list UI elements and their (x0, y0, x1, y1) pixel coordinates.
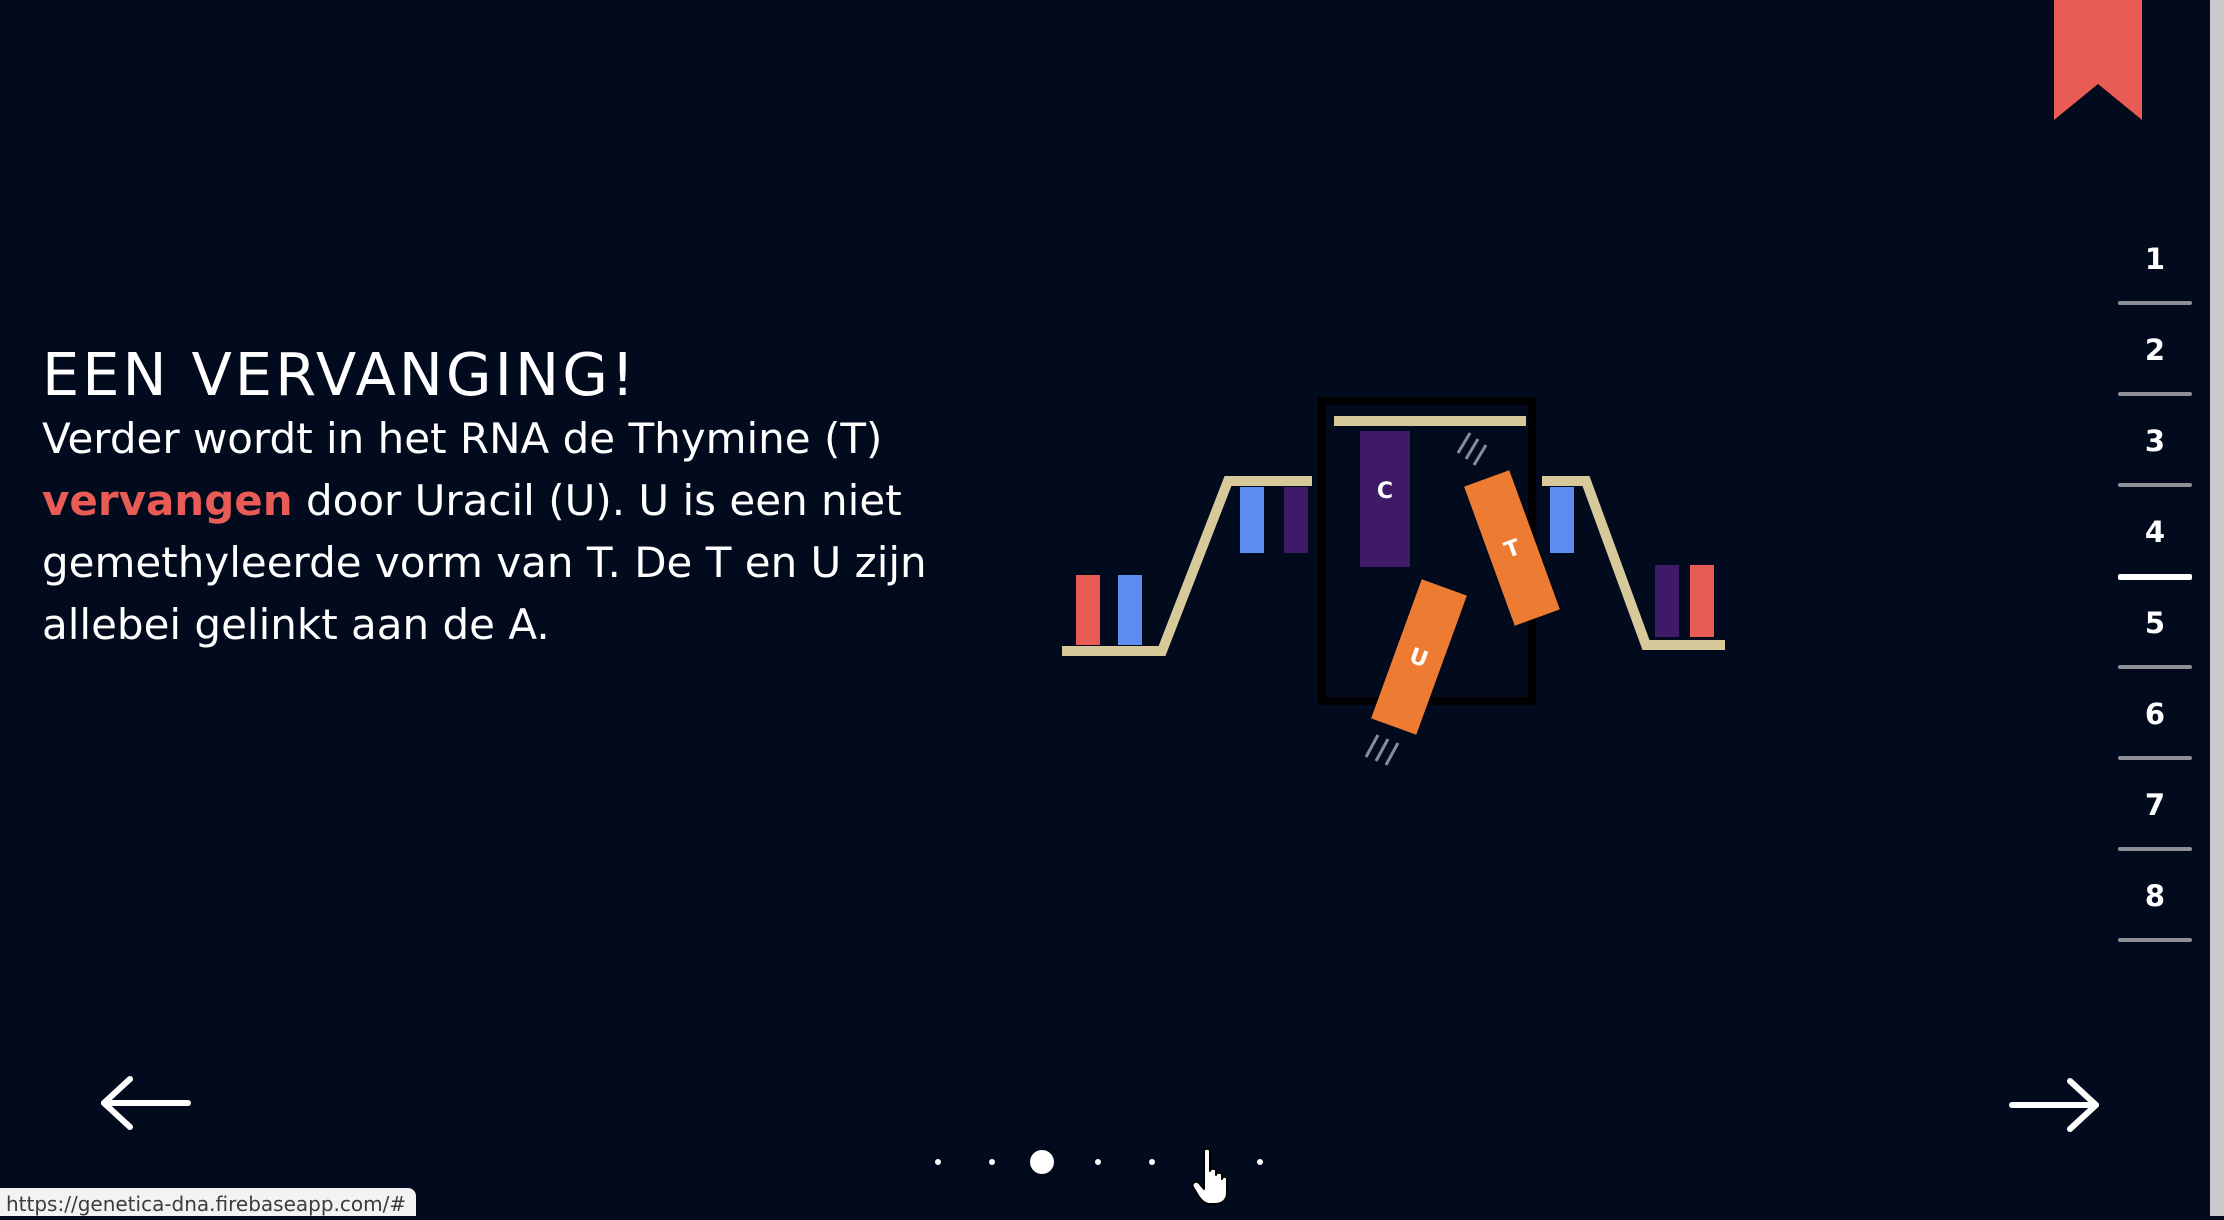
hand-pointer-icon (1192, 1147, 1228, 1205)
pagination-dot[interactable] (1030, 1150, 1054, 1174)
scrollbar[interactable] (2210, 0, 2224, 1216)
side-nav-item-7[interactable]: 7 (2118, 774, 2192, 865)
base-uracil: U (1371, 579, 1467, 735)
side-nav-underline (2118, 574, 2192, 580)
status-bar-url: https://genetica-dna.firebaseapp.com/# (0, 1188, 417, 1216)
side-nav-item-5[interactable]: 5 (2118, 592, 2192, 683)
side-nav-item-8[interactable]: 8 (2118, 865, 2192, 956)
side-nav-number: 1 (2144, 242, 2166, 276)
side-nav-underline (2118, 301, 2192, 305)
base-red (1690, 565, 1714, 637)
motion-lines-u (1364, 734, 1400, 766)
base-blue (1118, 575, 1142, 645)
side-nav-item-3[interactable]: 3 (2118, 410, 2192, 501)
side-nav-item-6[interactable]: 6 (2118, 683, 2192, 774)
slide-heading: EEN VERVANGING! (42, 340, 638, 409)
side-nav-underline (2118, 392, 2192, 396)
body-text-part: Verder wordt in het RNA de Thymine (T) (42, 414, 883, 463)
side-nav-underline (2118, 756, 2192, 760)
side-nav-number: 6 (2144, 697, 2166, 731)
pagination-dot[interactable] (1095, 1159, 1101, 1165)
slide-body-text: Verder wordt in het RNA de Thymine (T) v… (42, 408, 942, 656)
base-thymine: T (1464, 470, 1560, 626)
side-nav-number: 4 (2144, 515, 2166, 549)
side-nav-number: 7 (2144, 788, 2166, 822)
rna-replacement-illustration: C T U (1062, 397, 1725, 766)
label-c: C (1377, 479, 1393, 504)
side-nav-number: 3 (2144, 424, 2166, 458)
side-nav-underline (2118, 847, 2192, 851)
side-nav-number: 5 (2144, 606, 2166, 640)
side-nav-number: 8 (2144, 879, 2166, 913)
side-nav-item-1[interactable]: 1 (2118, 228, 2192, 319)
side-nav-underline (2118, 665, 2192, 669)
side-nav-item-4[interactable]: 4 (2118, 501, 2192, 592)
side-nav-number: 2 (2144, 333, 2166, 367)
base-blue (1550, 487, 1574, 553)
base-red (1076, 575, 1100, 645)
base-purple (1655, 565, 1679, 637)
side-nav-underline (2118, 938, 2192, 942)
base-purple (1284, 487, 1308, 553)
pagination-dot[interactable] (989, 1159, 995, 1165)
pagination-dot[interactable] (1257, 1159, 1263, 1165)
strand-segment-center (1334, 416, 1526, 426)
arrow-left-icon[interactable] (96, 1073, 194, 1133)
pagination-dot[interactable] (935, 1159, 941, 1165)
highlight-word: vervangen (42, 476, 293, 525)
slide-number-nav: 1 2 3 4 5 6 7 8 (2118, 228, 2192, 956)
arrow-right-icon[interactable] (2006, 1075, 2104, 1135)
side-nav-item-2[interactable]: 2 (2118, 319, 2192, 410)
pagination-dot[interactable] (1149, 1159, 1155, 1165)
motion-lines-t (1456, 432, 1488, 466)
base-blue (1240, 487, 1264, 553)
bookmark-ribbon-icon[interactable] (2054, 0, 2142, 120)
side-nav-underline (2118, 483, 2192, 487)
